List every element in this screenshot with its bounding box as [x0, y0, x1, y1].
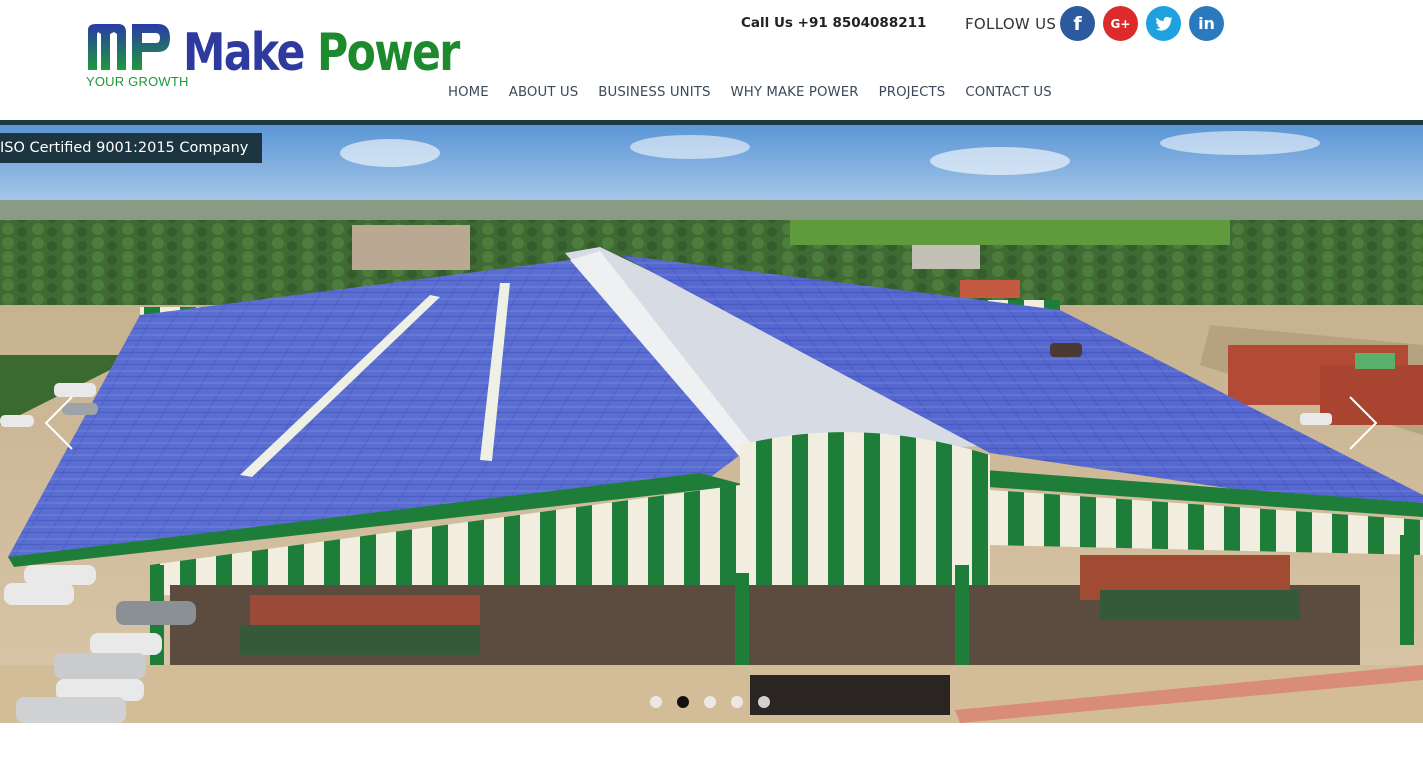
- nav-about-us[interactable]: ABOUT US: [509, 85, 579, 100]
- twitter-bird-icon: [1155, 16, 1172, 31]
- slider-dot-3[interactable]: [704, 696, 716, 708]
- nav-why-make-power[interactable]: WHY MAKE POWER: [731, 85, 859, 100]
- chevron-left-icon: [44, 396, 73, 450]
- slider-next-button[interactable]: [1348, 395, 1378, 451]
- logo[interactable]: YOUR GROWTH Make Power: [86, 22, 460, 92]
- slider-dot-2[interactable]: [677, 696, 689, 708]
- nav-business-units[interactable]: BUSINESS UNITS: [598, 85, 710, 100]
- google-plus-glyph: G+: [1110, 16, 1131, 31]
- chevron-right-icon: [1349, 396, 1378, 450]
- iso-certified-badge: ISO Certified 9001:2015 Company: [0, 133, 263, 163]
- logo-text-make: Make: [183, 23, 305, 83]
- logo-mark-icon: [88, 24, 170, 70]
- nav-projects[interactable]: PROJECTS: [879, 85, 946, 100]
- nav-home[interactable]: HOME: [448, 85, 489, 100]
- nav-contact-us[interactable]: CONTACT US: [965, 85, 1051, 100]
- logo-text: Make Power: [183, 20, 460, 86]
- linkedin-glyph: in: [1198, 14, 1215, 33]
- google-plus-icon[interactable]: G+: [1103, 6, 1138, 41]
- facebook-icon[interactable]: f: [1060, 6, 1095, 41]
- twitter-icon[interactable]: [1146, 6, 1181, 41]
- slider-prev-button[interactable]: [44, 395, 74, 451]
- slider-dot-1[interactable]: [650, 696, 662, 708]
- logo-tagline: YOUR GROWTH: [86, 74, 189, 89]
- follow-us-label: FOLLOW US: [965, 15, 1057, 33]
- slider-dot-4[interactable]: [731, 696, 743, 708]
- main-nav: HOME ABOUT US BUSINESS UNITS WHY MAKE PO…: [448, 85, 1072, 100]
- facebook-glyph: f: [1073, 12, 1082, 35]
- slider-dots: [650, 696, 770, 708]
- linkedin-icon[interactable]: in: [1189, 6, 1224, 41]
- hero-slide-image: [0, 125, 1423, 723]
- hero-slider: ISO Certified 9001:2015 Company: [0, 125, 1423, 723]
- slider-dot-5[interactable]: [758, 696, 770, 708]
- logo-text-power: Power: [316, 23, 460, 83]
- call-us-phone[interactable]: Call Us +91 8504088211: [741, 15, 926, 31]
- site-header: YOUR GROWTH Make Power Call Us +91 85040…: [0, 0, 1423, 120]
